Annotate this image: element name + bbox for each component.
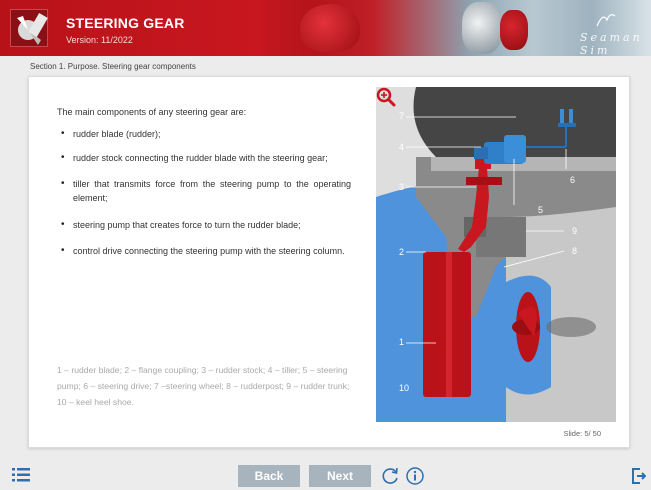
propeller-image — [462, 2, 502, 54]
diagram-label-4: 4 — [399, 142, 405, 152]
breadcrumb: Section 1. Purpose. Steering gear compon… — [30, 62, 196, 71]
content-card: The main components of any steering gear… — [28, 76, 630, 448]
diagram-label-2: 2 — [399, 247, 405, 257]
diagram-graphic — [376, 87, 616, 422]
list-item: control drive connecting the steering pu… — [61, 244, 351, 258]
next-button[interactable]: Next — [309, 465, 371, 487]
header-banner: STEERING GEAR Version: 11/2022 Seaman Si… — [0, 0, 651, 56]
app-title: STEERING GEAR — [66, 15, 185, 31]
slide-counter: Slide: 5/ 50 — [563, 429, 601, 438]
reload-icon[interactable] — [380, 466, 400, 486]
diagram-label-10: 10 — [399, 383, 410, 393]
diagram-label-1: 1 — [399, 337, 405, 347]
diagram-label-8: 8 — [572, 246, 578, 256]
diagram-label-6: 6 — [570, 175, 576, 185]
diagram-label-7: 7 — [399, 111, 405, 121]
info-icon[interactable] — [405, 466, 425, 486]
intro-text: The main components of any steering gear… — [57, 107, 247, 117]
steering-gear-diagram[interactable]: 7 4 6 3 5 9 2 8 1 10 — [376, 87, 616, 422]
course-logo — [10, 9, 48, 47]
list-item: tiller that transmits force from the ste… — [61, 177, 351, 205]
list-item: steering pump that creates force to turn… — [61, 218, 351, 232]
zoom-in-icon[interactable] — [376, 87, 396, 107]
brand-mark-icon — [596, 14, 616, 27]
propeller-image — [300, 4, 360, 52]
diagram-label-9: 9 — [572, 226, 578, 236]
list-menu-icon[interactable] — [12, 468, 30, 482]
propeller-image — [500, 10, 528, 50]
list-item: rudder stock connecting the rudder blade… — [61, 151, 351, 165]
diagram-label-5: 5 — [538, 205, 544, 215]
components-list: rudder blade (rudder); rudder stock conn… — [61, 127, 351, 258]
brand-wordmark: Seaman Sim — [580, 31, 643, 56]
exit-icon[interactable] — [632, 468, 646, 484]
diagram-label-3: 3 — [399, 182, 405, 192]
app-version: Version: 11/2022 — [66, 35, 133, 45]
component-legend: 1 – rudder blade; 2 – flange coupling; 3… — [57, 365, 350, 407]
list-item: rudder blade (rudder); — [61, 127, 351, 141]
back-button[interactable]: Back — [238, 465, 300, 487]
